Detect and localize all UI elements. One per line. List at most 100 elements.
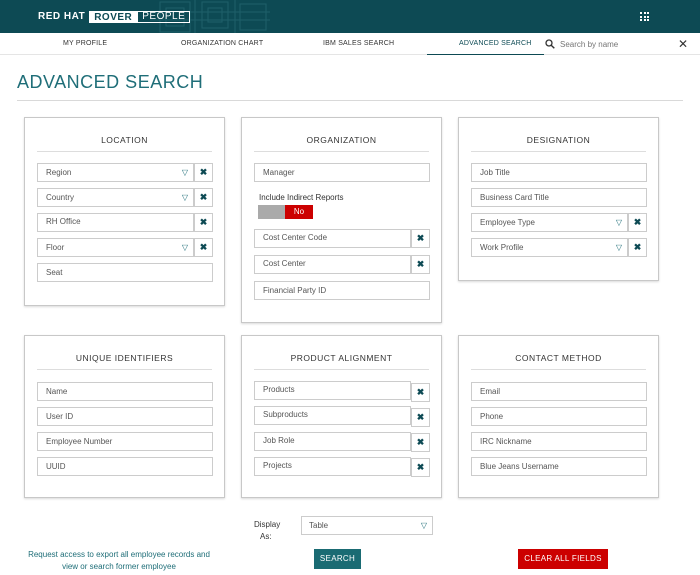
- top-header: RED HAT ROVER PEOPLE: [0, 0, 700, 33]
- brand-rover: ROVER: [89, 10, 138, 23]
- work-profile-select[interactable]: Work Profile ▽: [471, 238, 628, 257]
- job-title-field[interactable]: Job Title: [471, 163, 647, 182]
- request-access-link[interactable]: Request access to export all employee re…: [18, 549, 220, 573]
- chevron-down-icon: ▽: [615, 218, 623, 227]
- grid-icon[interactable]: [640, 12, 649, 21]
- contact-method-panel-title: CONTACT METHOD: [471, 353, 646, 370]
- projects-clear-button[interactable]: ✖: [411, 458, 430, 477]
- job-role-clear-button[interactable]: ✖: [411, 433, 430, 452]
- unique-identifiers-panel: UNIQUE IDENTIFIERS Name User ID Employee…: [24, 335, 225, 498]
- rh-office-field[interactable]: RH Office: [37, 213, 194, 232]
- projects-label: Projects: [263, 461, 292, 470]
- products-clear-button[interactable]: ✖: [411, 383, 430, 402]
- uuid-label: UUID: [46, 462, 66, 471]
- indirect-reports-label: Include Indirect Reports: [259, 193, 344, 202]
- brand-people: PEOPLE: [137, 10, 191, 23]
- cost-center-field[interactable]: Cost Center: [254, 255, 411, 274]
- country-select[interactable]: Country ▽: [37, 188, 194, 207]
- request-access-line2: view or search former employee: [62, 562, 176, 571]
- uuid-field[interactable]: UUID: [37, 457, 213, 476]
- display-as-select[interactable]: Table ▽: [301, 516, 433, 535]
- projects-field[interactable]: Projects: [254, 457, 411, 476]
- employee-number-field[interactable]: Employee Number: [37, 432, 213, 451]
- display-label-line1: Display: [254, 520, 281, 529]
- financial-party-label: Financial Party ID: [263, 286, 327, 295]
- region-label: Region: [46, 168, 72, 177]
- product-alignment-panel: PRODUCT ALIGNMENT Products ✖ Subproducts…: [241, 335, 442, 498]
- clear-all-fields-button[interactable]: CLEAR ALL FIELDS: [518, 549, 608, 569]
- cost-center-clear-button[interactable]: ✖: [411, 255, 430, 274]
- contact-method-panel: CONTACT METHOD Email Phone IRC Nickname …: [458, 335, 659, 498]
- tab-advanced-search[interactable]: ADVANCED SEARCH: [427, 33, 544, 55]
- chevron-down-icon: ▽: [181, 193, 189, 202]
- subproducts-clear-button[interactable]: ✖: [411, 408, 430, 427]
- user-id-field[interactable]: User ID: [37, 407, 213, 426]
- country-clear-button[interactable]: ✖: [194, 188, 213, 207]
- designation-panel: DESIGNATION Job Title Business Card Titl…: [458, 117, 659, 281]
- products-label: Products: [263, 385, 295, 394]
- manager-field[interactable]: Manager: [254, 163, 430, 182]
- region-select[interactable]: Region ▽: [37, 163, 194, 182]
- location-panel: LOCATION Region ▽ ✖ Country ▽ ✖ RH Offic…: [24, 117, 225, 306]
- name-field[interactable]: Name: [37, 382, 213, 401]
- manager-label: Manager: [263, 168, 295, 177]
- work-profile-label: Work Profile: [480, 243, 524, 252]
- main-nav: MY PROFILE ORGANIZATION CHART IBM SALES …: [0, 33, 700, 55]
- product-alignment-panel-title: PRODUCT ALIGNMENT: [254, 353, 429, 370]
- search-button[interactable]: SEARCH: [314, 549, 361, 569]
- user-id-label: User ID: [46, 412, 74, 421]
- search-input[interactable]: [560, 39, 670, 49]
- job-role-label: Job Role: [263, 436, 295, 445]
- chevron-down-icon: ▽: [181, 243, 189, 252]
- display-as-value: Table: [309, 521, 329, 530]
- products-field[interactable]: Products: [254, 381, 411, 400]
- subproducts-label: Subproducts: [263, 410, 308, 419]
- job-role-field[interactable]: Job Role: [254, 432, 411, 451]
- tab-ibm-sales-search[interactable]: IBM SALES SEARCH: [323, 33, 394, 55]
- financial-party-field[interactable]: Financial Party ID: [254, 281, 430, 300]
- email-label: Email: [480, 387, 501, 396]
- irc-nickname-field[interactable]: IRC Nickname: [471, 432, 647, 451]
- seat-label: Seat: [46, 268, 63, 277]
- title-divider: [17, 100, 683, 101]
- brand-logo[interactable]: RED HAT ROVER PEOPLE: [38, 10, 191, 23]
- brand-redhat: RED HAT: [38, 11, 86, 22]
- cost-center-code-field[interactable]: Cost Center Code: [254, 229, 411, 248]
- email-field[interactable]: Email: [471, 382, 647, 401]
- floor-select[interactable]: Floor ▽: [37, 238, 194, 257]
- rh-office-clear-button[interactable]: ✖: [194, 213, 213, 232]
- employee-type-select[interactable]: Employee Type ▽: [471, 213, 628, 232]
- cost-center-code-clear-button[interactable]: ✖: [411, 229, 430, 248]
- job-title-label: Job Title: [480, 168, 510, 177]
- chevron-down-icon: ▽: [181, 168, 189, 177]
- rh-office-label: RH Office: [46, 217, 81, 226]
- search-icon: [545, 39, 555, 49]
- region-clear-button[interactable]: ✖: [194, 163, 213, 182]
- business-card-title-field[interactable]: Business Card Title: [471, 188, 647, 207]
- page-title: ADVANCED SEARCH: [17, 72, 204, 92]
- work-profile-clear-button[interactable]: ✖: [628, 238, 647, 257]
- cost-center-label: Cost Center: [263, 259, 306, 268]
- phone-label: Phone: [480, 412, 504, 421]
- tab-organization-chart[interactable]: ORGANIZATION CHART: [181, 33, 263, 55]
- tab-my-profile[interactable]: MY PROFILE: [63, 33, 107, 55]
- request-access-line1: Request access to export all employee re…: [28, 550, 210, 559]
- phone-field[interactable]: Phone: [471, 407, 647, 426]
- toggle-value: No: [285, 205, 313, 219]
- designation-panel-title: DESIGNATION: [471, 135, 646, 152]
- name-search[interactable]: [545, 37, 675, 51]
- cost-center-code-label: Cost Center Code: [263, 233, 328, 242]
- seat-field[interactable]: Seat: [37, 263, 213, 282]
- chevron-down-icon: ▽: [615, 243, 623, 252]
- organization-panel-title: ORGANIZATION: [254, 135, 429, 152]
- irc-nickname-label: IRC Nickname: [480, 437, 532, 446]
- organization-panel: ORGANIZATION Manager Include Indirect Re…: [241, 117, 442, 323]
- close-icon[interactable]: ✕: [678, 37, 688, 51]
- employee-type-clear-button[interactable]: ✖: [628, 213, 647, 232]
- chevron-down-icon: ▽: [420, 521, 428, 530]
- unique-identifiers-panel-title: UNIQUE IDENTIFIERS: [37, 353, 212, 370]
- indirect-reports-toggle[interactable]: No: [258, 205, 313, 219]
- subproducts-field[interactable]: Subproducts: [254, 406, 411, 425]
- bluejeans-username-field[interactable]: Blue Jeans Username: [471, 457, 647, 476]
- floor-clear-button[interactable]: ✖: [194, 238, 213, 257]
